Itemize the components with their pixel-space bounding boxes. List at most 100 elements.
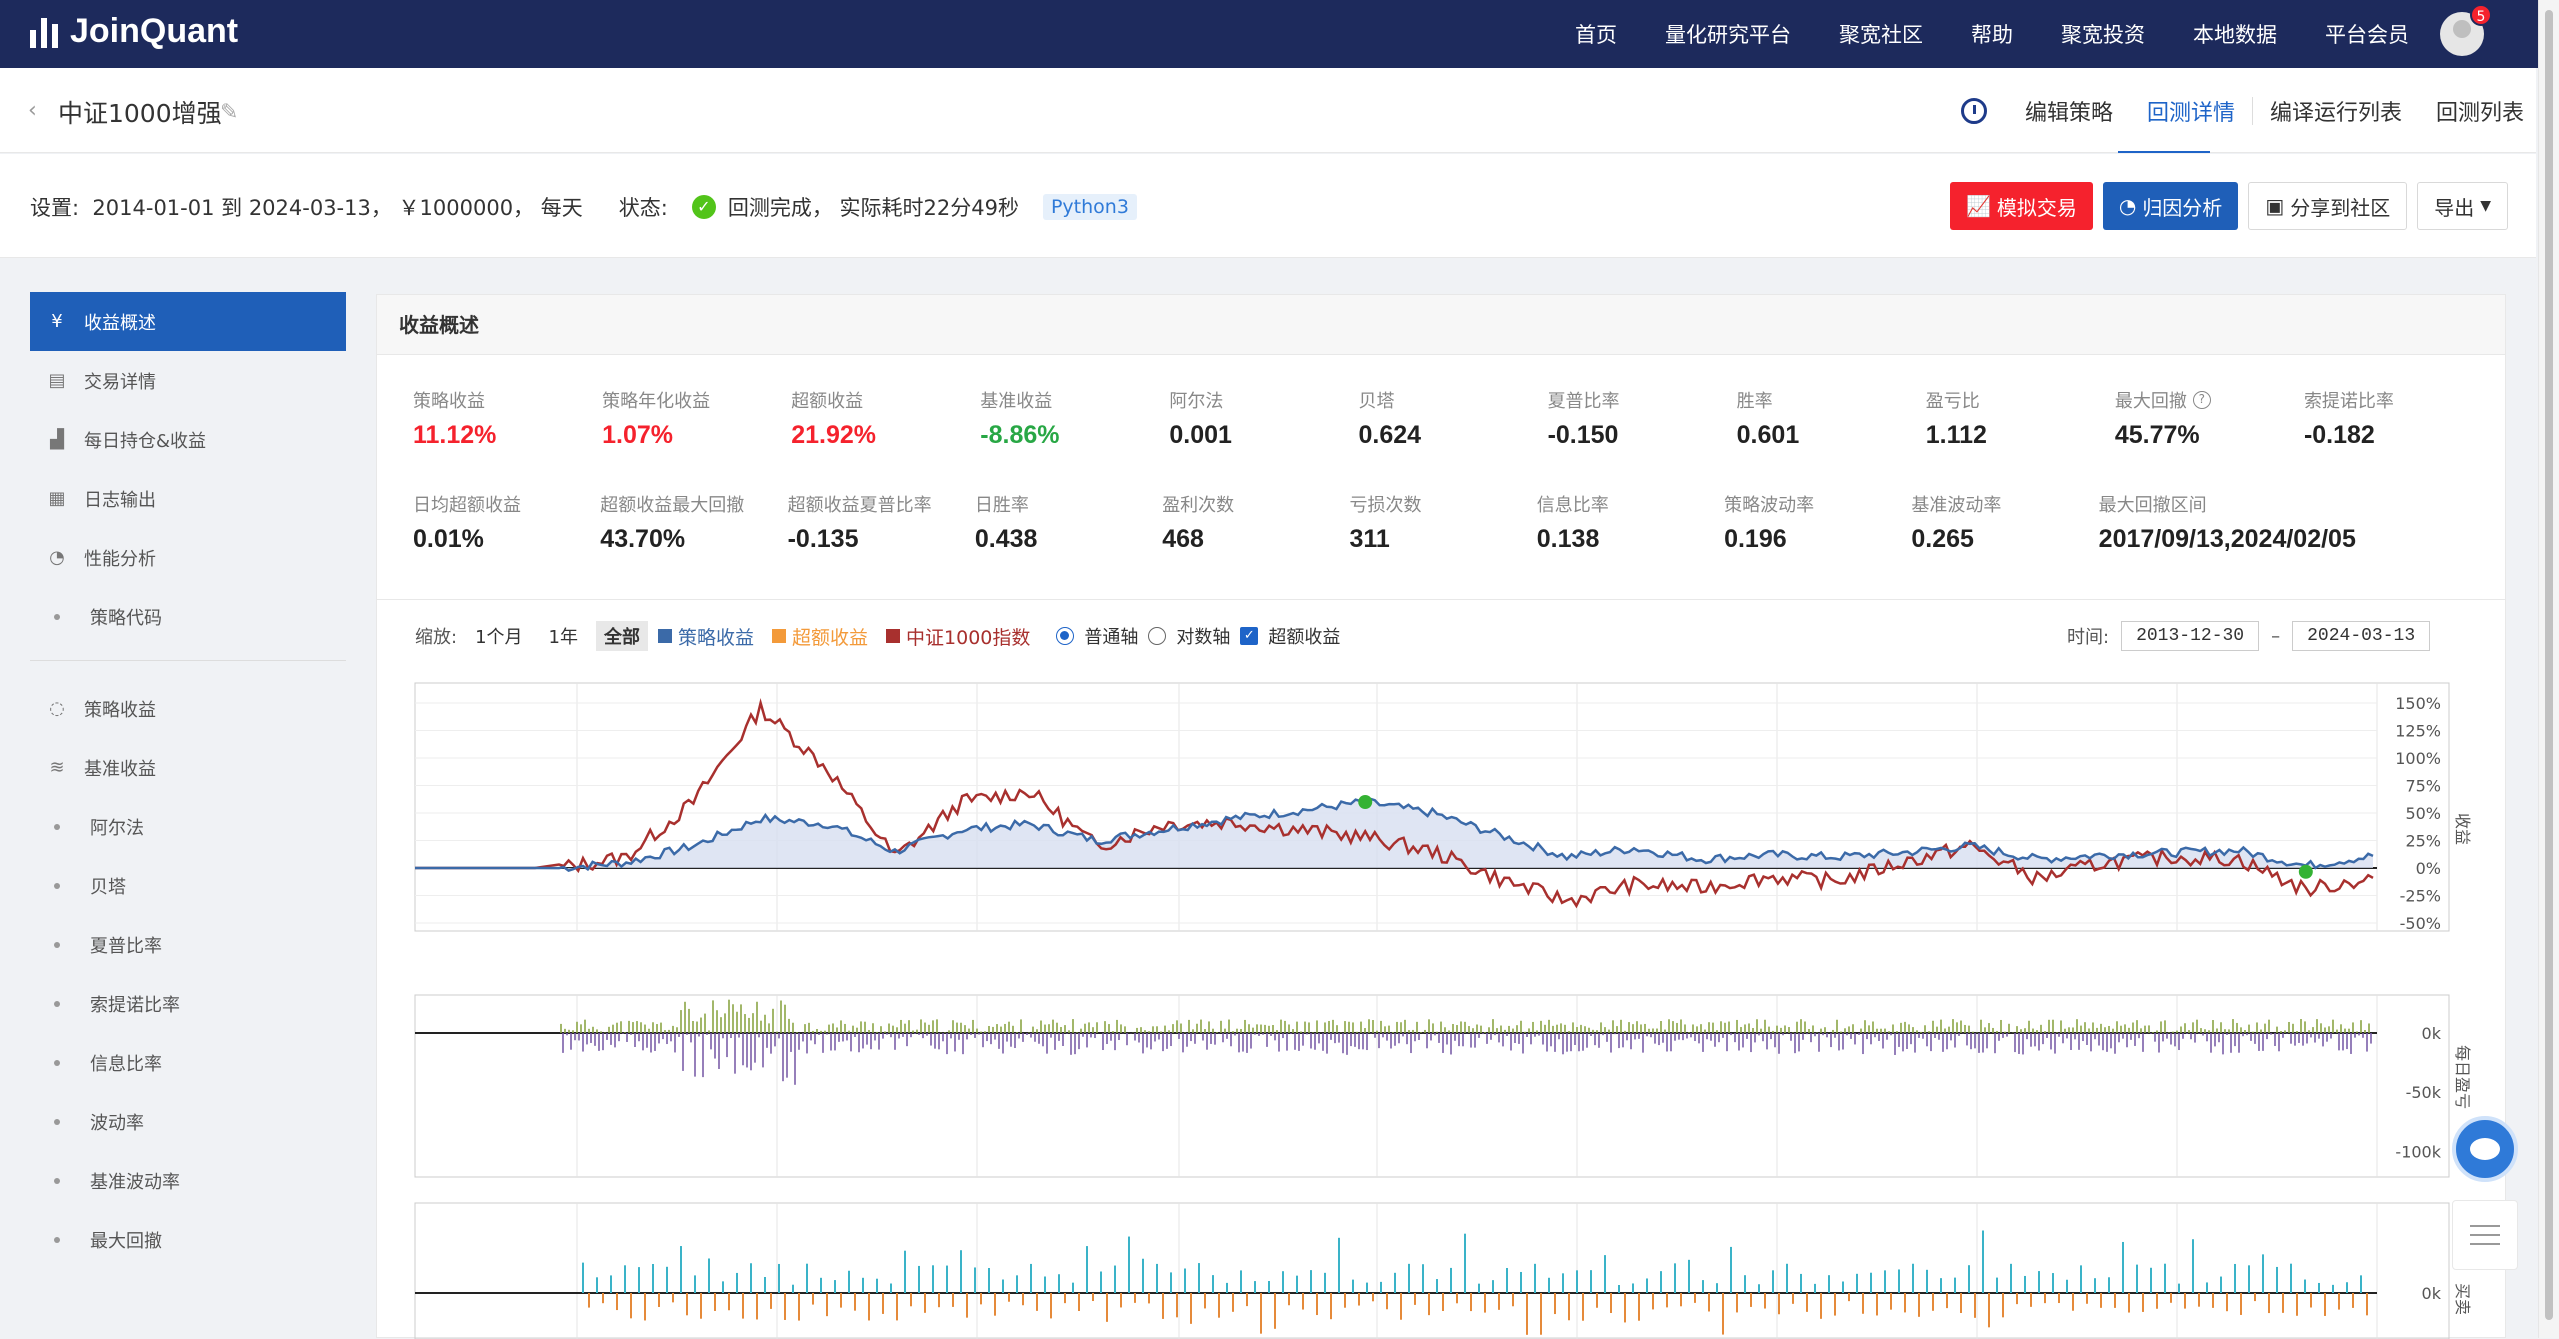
sidebar-item-group2-4[interactable]: 夏普比率 bbox=[30, 915, 346, 974]
nav-community[interactable]: 聚宽社区 bbox=[1839, 19, 1923, 49]
normal-axis-radio[interactable] bbox=[1056, 627, 1075, 645]
comment-icon: ▣ bbox=[2265, 194, 2285, 218]
help-icon[interactable]: ? bbox=[2192, 391, 2211, 409]
export-dropdown[interactable]: 导出 ▼ bbox=[2417, 182, 2508, 230]
metric-value: 21.92% bbox=[791, 421, 876, 449]
bullet-dot-icon bbox=[54, 613, 60, 620]
log-axis-radio[interactable] bbox=[1148, 627, 1167, 645]
metric-label: 最大回撤 bbox=[2114, 391, 2187, 412]
status-text: 回测完成， 实际耗时22分49秒 bbox=[727, 196, 1019, 220]
metric-value: 43.70% bbox=[600, 525, 686, 553]
end-date-input[interactable]: 2024-03-13 bbox=[2292, 621, 2431, 651]
metric-label: 策略年化收益 bbox=[602, 391, 711, 412]
sidebar-item-group1-4[interactable]: ◔ 性能分析 bbox=[30, 528, 346, 587]
main-nav: 首页 量化研究平台 聚宽社区 帮助 聚宽投资 本地数据 平台会员 bbox=[1575, 0, 2409, 68]
metric-row1-3: 基准收益 -8.86% bbox=[980, 385, 1169, 489]
sidebar-item-group2-7[interactable]: 波动率 bbox=[30, 1092, 346, 1151]
strategy-area bbox=[415, 798, 2373, 871]
sidebar-item-group2-2[interactable]: 阿尔法 bbox=[30, 797, 346, 856]
y-tick-pnl-1: -50k bbox=[2406, 1083, 2442, 1102]
sidebar-item-group2-3[interactable]: 贝塔 bbox=[30, 856, 346, 915]
nav-research[interactable]: 量化研究平台 bbox=[1665, 19, 1791, 49]
bullet-dot-icon bbox=[54, 1118, 60, 1125]
excess-checkbox[interactable]: ✓ bbox=[1240, 627, 1259, 645]
sidebar-item-group1-0[interactable]: ¥ 收益概述 bbox=[30, 292, 346, 351]
nav-invest[interactable]: 聚宽投资 bbox=[2061, 19, 2145, 49]
y-axis-label-main: 收益 bbox=[2453, 813, 2472, 845]
metric-label: 超额收益 bbox=[791, 391, 864, 412]
strategy-title: 中证1000增强 bbox=[58, 99, 222, 128]
tab-compile-run-list[interactable]: 编译运行列表 bbox=[2270, 95, 2402, 127]
database-icon: ≋ bbox=[49, 757, 65, 778]
y-axis-label-trades: 买卖 bbox=[2453, 1283, 2472, 1315]
y-tick-main-1: 125% bbox=[2395, 722, 2441, 741]
sidebar-item-group1-5[interactable]: 策略代码 bbox=[30, 587, 346, 646]
metric-row1-9: 最大回撤? 45.77% bbox=[2115, 385, 2304, 489]
share-community-button[interactable]: ▣ 分享到社区 bbox=[2248, 182, 2408, 230]
y-tick-main-2: 100% bbox=[2395, 749, 2441, 768]
y-tick-pnl-2: -100k bbox=[2395, 1142, 2441, 1161]
tab-edit-strategy[interactable]: 编辑策略 bbox=[2025, 95, 2113, 127]
page-scrollbar[interactable] bbox=[2538, 0, 2559, 1338]
backtest-charts[interactable]: 150% 125% 100% 75% 50% 25% 0% -25% -50% 收益 0k -50k -… bbox=[377, 655, 2505, 1339]
zoom-1-year[interactable]: 1年 bbox=[541, 621, 586, 651]
sidebar-item-label: 索提诺比率 bbox=[90, 994, 180, 1016]
metric-label: 信息比率 bbox=[1536, 495, 1609, 516]
caret-down-icon: ▼ bbox=[2480, 198, 2491, 214]
edit-pencil-icon[interactable]: ✎ bbox=[220, 100, 238, 125]
calendar-icon: ▦ bbox=[48, 488, 66, 509]
export-label: 导出 bbox=[2434, 195, 2475, 220]
joinquant-logo[interactable]: JoinQuant bbox=[30, 12, 238, 51]
panel-title: 收益概述 bbox=[377, 295, 2505, 355]
start-date-input[interactable]: 2013-12-30 bbox=[2121, 621, 2260, 651]
nav-membership[interactable]: 平台会员 bbox=[2325, 19, 2409, 49]
metric-row1-7: 胜率 0.601 bbox=[1737, 385, 1926, 489]
metric-label: 最大回撤区间 bbox=[2098, 495, 2207, 516]
metric-value: 45.77% bbox=[2114, 421, 2200, 449]
legend-strategy[interactable]: 策略收益 bbox=[657, 623, 754, 650]
sidebar-item-label: 基准收益 bbox=[84, 758, 156, 780]
metric-row2-9: 最大回撤区间 2017/09/13,2024/02/05 bbox=[2099, 489, 2493, 593]
sidebar-item-group2-1[interactable]: ≋ 基准收益 bbox=[30, 738, 346, 797]
chat-support-icon[interactable] bbox=[2452, 1116, 2518, 1182]
metric-row2-7: 策略波动率 0.196 bbox=[1724, 489, 1911, 593]
nav-help[interactable]: 帮助 bbox=[1971, 19, 2013, 49]
y-tick-main-8: -50% bbox=[2400, 914, 2441, 933]
tab-backtest-list[interactable]: 回测列表 bbox=[2436, 95, 2524, 127]
back-chevron-icon[interactable]: ‹ bbox=[28, 98, 37, 123]
metric-row2-4: 盈利次数 468 bbox=[1162, 489, 1349, 593]
metric-label: 胜率 bbox=[1736, 391, 1773, 412]
nav-local-data[interactable]: 本地数据 bbox=[2193, 19, 2277, 49]
sidebar-item-group1-1[interactable]: ▤ 交易详情 bbox=[30, 351, 346, 410]
sidebar-item-group2-0[interactable]: ◌ 策略收益 bbox=[30, 679, 346, 738]
sidebar-item-group2-6[interactable]: 信息比率 bbox=[30, 1033, 346, 1092]
attribution-analysis-button[interactable]: ◔ 归因分析 bbox=[2102, 182, 2239, 230]
y-tick-trades-0: 0k bbox=[2422, 1284, 2442, 1303]
metric-value: 311 bbox=[1349, 525, 1390, 553]
sidebar-item-group1-3[interactable]: ▦ 日志输出 bbox=[30, 469, 346, 528]
sidebar-item-group2-9[interactable]: 最大回撤 bbox=[30, 1210, 346, 1269]
y-tick-pnl-0: 0k bbox=[2422, 1024, 2442, 1043]
metric-row2-1: 超额收益最大回撤 43.70% bbox=[600, 489, 787, 593]
nav-home[interactable]: 首页 bbox=[1575, 19, 1617, 49]
legend-excess[interactable]: 超额收益 bbox=[772, 623, 868, 650]
sidebar-item-label: 策略代码 bbox=[90, 607, 162, 629]
chart-controls: 缩放: 1个月 1年 全部 策略收益 超额收益 中证1000指数 普通轴 对数轴… bbox=[415, 621, 1340, 651]
list-menu-icon[interactable] bbox=[2452, 1200, 2518, 1270]
returns-overview-panel: 收益概述 策略收益 11.12% 策略年化收益 1.07% 超额收益 21.92% 基准收益… bbox=[376, 294, 2506, 1339]
sidebar-item-group2-5[interactable]: 索提诺比率 bbox=[30, 974, 346, 1033]
sidebar-item-group1-2[interactable]: ▟ 每日持仓&收益 bbox=[30, 410, 346, 469]
language-tag: Python3 bbox=[1042, 194, 1137, 220]
sidebar-item-group2-8[interactable]: 基准波动率 bbox=[30, 1151, 346, 1210]
metric-row1-4: 阿尔法 0.001 bbox=[1169, 385, 1358, 489]
sidebar-item-label: 波动率 bbox=[90, 1112, 144, 1134]
tab-backtest-details[interactable]: 回测详情 bbox=[2147, 95, 2235, 127]
simulate-trade-button[interactable]: 📈 模拟交易 bbox=[1949, 182, 2093, 230]
zoom-1-month[interactable]: 1个月 bbox=[467, 621, 530, 651]
stopwatch-icon bbox=[1960, 97, 1987, 124]
legend-benchmark[interactable]: 中证1000指数 bbox=[886, 623, 1030, 650]
zoom-all[interactable]: 全部 bbox=[595, 621, 648, 651]
sidebar-item-label: 贝塔 bbox=[90, 876, 126, 898]
zoom-label: 缩放: bbox=[415, 627, 458, 648]
metric-label: 盈亏比 bbox=[1925, 391, 1980, 412]
